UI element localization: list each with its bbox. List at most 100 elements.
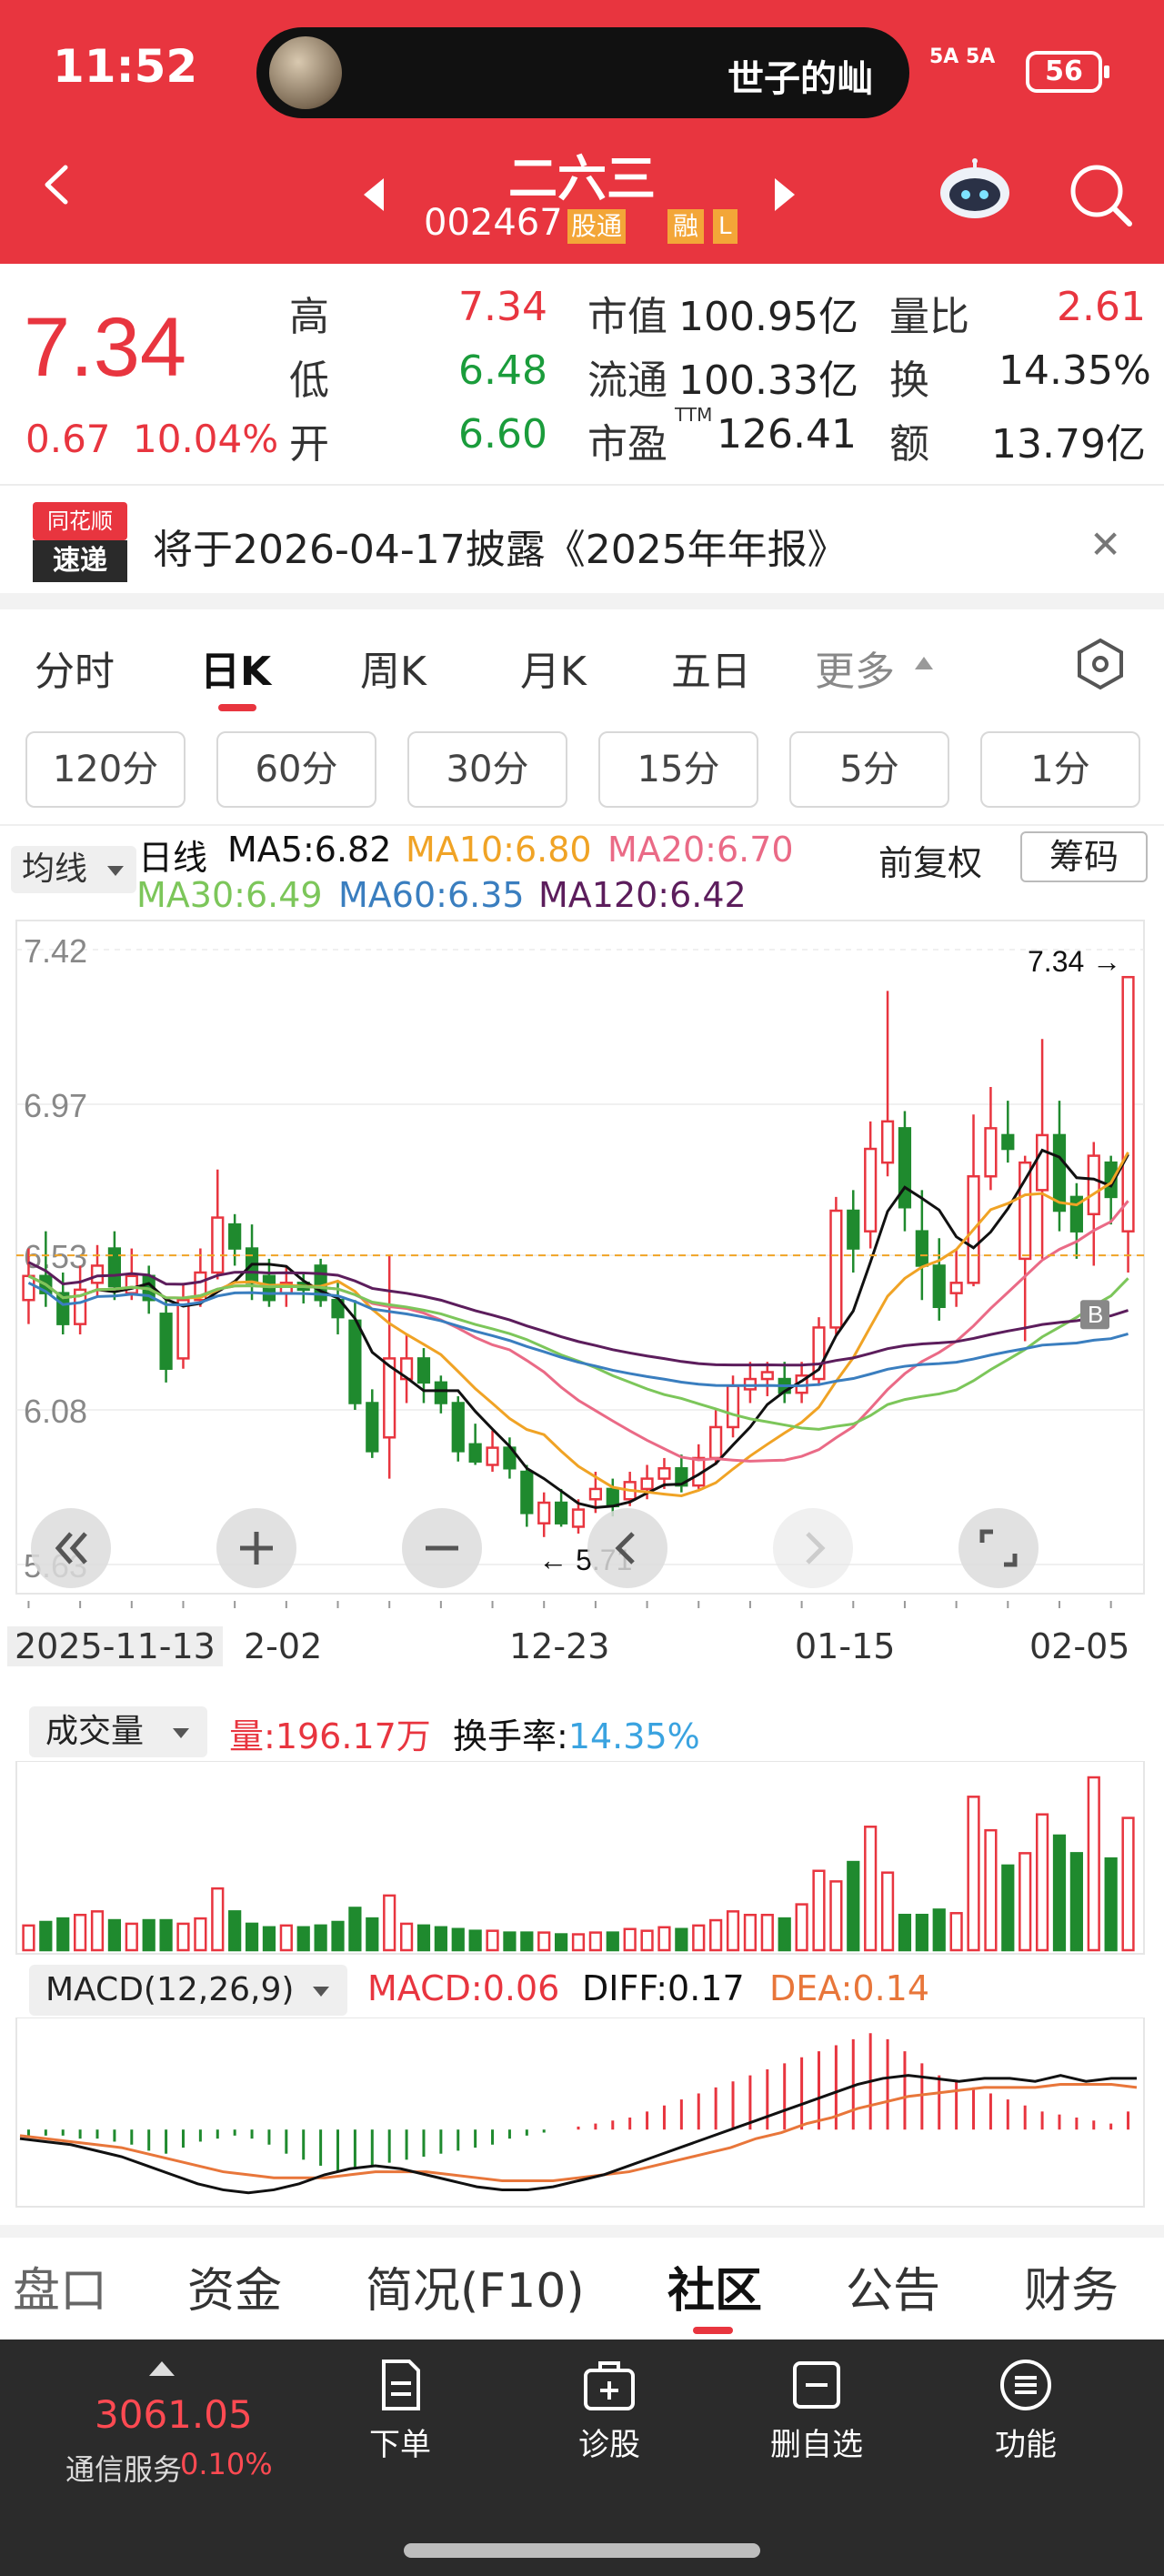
volume-bar	[1104, 1857, 1118, 1952]
volume-selector[interactable]: 成交量	[29, 1706, 207, 1757]
y-tick-label: 7.42	[24, 932, 87, 970]
volume-bar	[314, 1924, 327, 1952]
volume-bar	[434, 1926, 447, 1952]
close-icon[interactable]: ✕	[1089, 522, 1121, 567]
section-gap	[0, 593, 1164, 609]
index-value[interactable]: 3061.05	[95, 2392, 253, 2437]
scroll-left-button[interactable]	[587, 1508, 667, 1588]
volume-bar	[898, 1913, 912, 1952]
volume-bar	[279, 1924, 293, 1952]
nav-functions[interactable]: 功能	[953, 2356, 1099, 2464]
zoom-in-button[interactable]	[216, 1508, 296, 1588]
tab-daily-k[interactable]: 日K	[200, 639, 271, 697]
candle-body	[434, 1381, 447, 1404]
kline-chart[interactable]: 7.426.976.536.085.637.34 →← 5.71B	[0, 917, 1164, 1608]
macd-chart[interactable]	[0, 2018, 1164, 2209]
nav-remove-watchlist[interactable]: 删自选	[744, 2356, 889, 2464]
top-header: 11:52 世子的屾 5A 5A 56 二六三 002467 股通 融 L	[0, 0, 1164, 264]
volume-bar	[812, 1869, 826, 1952]
candle-body	[468, 1443, 482, 1463]
search-icon[interactable]	[1066, 160, 1135, 229]
status-time: 11:52	[53, 40, 198, 93]
robot-assistant-icon[interactable]	[937, 158, 1013, 222]
volume-bar	[416, 1924, 431, 1952]
minus-icon	[426, 1545, 458, 1551]
tab-five-day[interactable]: 五日	[671, 639, 751, 697]
home-indicator[interactable]	[404, 2543, 760, 2558]
adjust-mode[interactable]: 前复权	[878, 835, 982, 885]
open-label: 开	[289, 421, 329, 468]
tab-15min[interactable]: 15分	[598, 731, 758, 808]
active-tab-indicator	[693, 2327, 733, 2334]
candle-body	[898, 1127, 912, 1209]
fullscreen-button[interactable]	[958, 1508, 1039, 1588]
volume-bar	[864, 1826, 878, 1952]
volume-bar	[606, 1931, 619, 1952]
pe-ttm-sup: TTM	[675, 404, 713, 426]
volume-bar	[795, 1903, 808, 1952]
tab-more[interactable]: 更多	[815, 639, 895, 697]
candle-body	[726, 1384, 740, 1429]
volume-selector-label: 成交量	[45, 1713, 145, 1750]
notification-pill[interactable]: 世子的屾	[256, 27, 909, 118]
tab-f10[interactable]: 简况(F10)	[366, 2252, 585, 2320]
candle-body	[107, 1247, 122, 1288]
candle-body	[1121, 975, 1135, 1233]
volume-bar	[39, 1920, 53, 1952]
volume-bar	[125, 1922, 138, 1952]
tab-monthly-k[interactable]: 月K	[520, 639, 587, 697]
zoom-out-button[interactable]	[402, 1508, 482, 1588]
candle-body	[657, 1467, 671, 1480]
candle-body	[383, 1357, 396, 1439]
line-type-label: 日线	[138, 838, 208, 878]
nav-order[interactable]: 下单	[327, 2356, 473, 2464]
tab-weekly-k[interactable]: 周K	[360, 639, 426, 697]
scroll-left-fast-button[interactable]	[31, 1508, 111, 1588]
candle-body	[588, 1487, 602, 1501]
next-stock-icon[interactable]	[775, 178, 795, 211]
date-label: 2-02	[244, 1626, 323, 1666]
tag-margin: 融	[667, 209, 705, 244]
tab-intraday[interactable]: 分时	[35, 639, 115, 697]
menu-circle-icon	[1000, 2360, 1051, 2410]
candle-body	[829, 1209, 843, 1329]
back-arrow-icon[interactable]	[36, 162, 82, 207]
volume-bar	[1087, 1776, 1100, 1952]
candle-body	[640, 1477, 654, 1491]
tab-financials[interactable]: 财务	[1024, 2252, 1119, 2320]
volume-bar	[984, 1828, 998, 1952]
macd-selector[interactable]: MACD(12,26,9)	[29, 1965, 347, 2016]
tab-5min[interactable]: 5分	[789, 731, 949, 808]
tab-funds[interactable]: 资金	[187, 2252, 282, 2320]
tab-1min[interactable]: 1分	[980, 731, 1140, 808]
settings-hexagon-icon[interactable]	[1073, 637, 1128, 691]
volume-bar	[640, 1929, 654, 1952]
tab-announcements[interactable]: 公告	[846, 2252, 940, 2320]
volume-bar	[1121, 1816, 1135, 1952]
indicator-selector[interactable]: 均线	[11, 846, 136, 893]
document-icon	[382, 2360, 420, 2410]
tab-order-book[interactable]: 盘口	[13, 2252, 107, 2320]
tab-30min[interactable]: 30分	[407, 731, 567, 808]
volume-chart[interactable]	[0, 1761, 1164, 1956]
chevron-right-icon	[806, 1532, 826, 1565]
fullscreen-icon	[979, 1529, 1018, 1567]
prev-stock-icon[interactable]	[364, 178, 384, 211]
scroll-right-button[interactable]	[773, 1508, 853, 1588]
tab-60min[interactable]: 60分	[216, 731, 376, 808]
candle-body	[416, 1357, 431, 1384]
plus-icon	[240, 1532, 273, 1565]
dea-value-label: DEA:0.14	[769, 1968, 930, 2008]
high-annotation: 7.34 →	[1028, 945, 1121, 978]
date-label: 01-15	[795, 1626, 896, 1666]
battery-icon: 56	[1026, 51, 1109, 93]
notice-text[interactable]: 将于2026-04-17披露《2025年年报》	[153, 517, 848, 575]
tab-120min[interactable]: 120分	[25, 731, 186, 808]
volume-bar	[829, 1880, 843, 1952]
volume-bar	[262, 1926, 276, 1952]
expand-up-icon[interactable]	[149, 2361, 175, 2376]
chip-distribution-button[interactable]: 筹码	[1020, 831, 1148, 882]
volume-bar	[245, 1922, 259, 1952]
tab-community[interactable]: 社区	[667, 2252, 762, 2320]
nav-diagnose[interactable]: 诊股	[537, 2356, 682, 2464]
